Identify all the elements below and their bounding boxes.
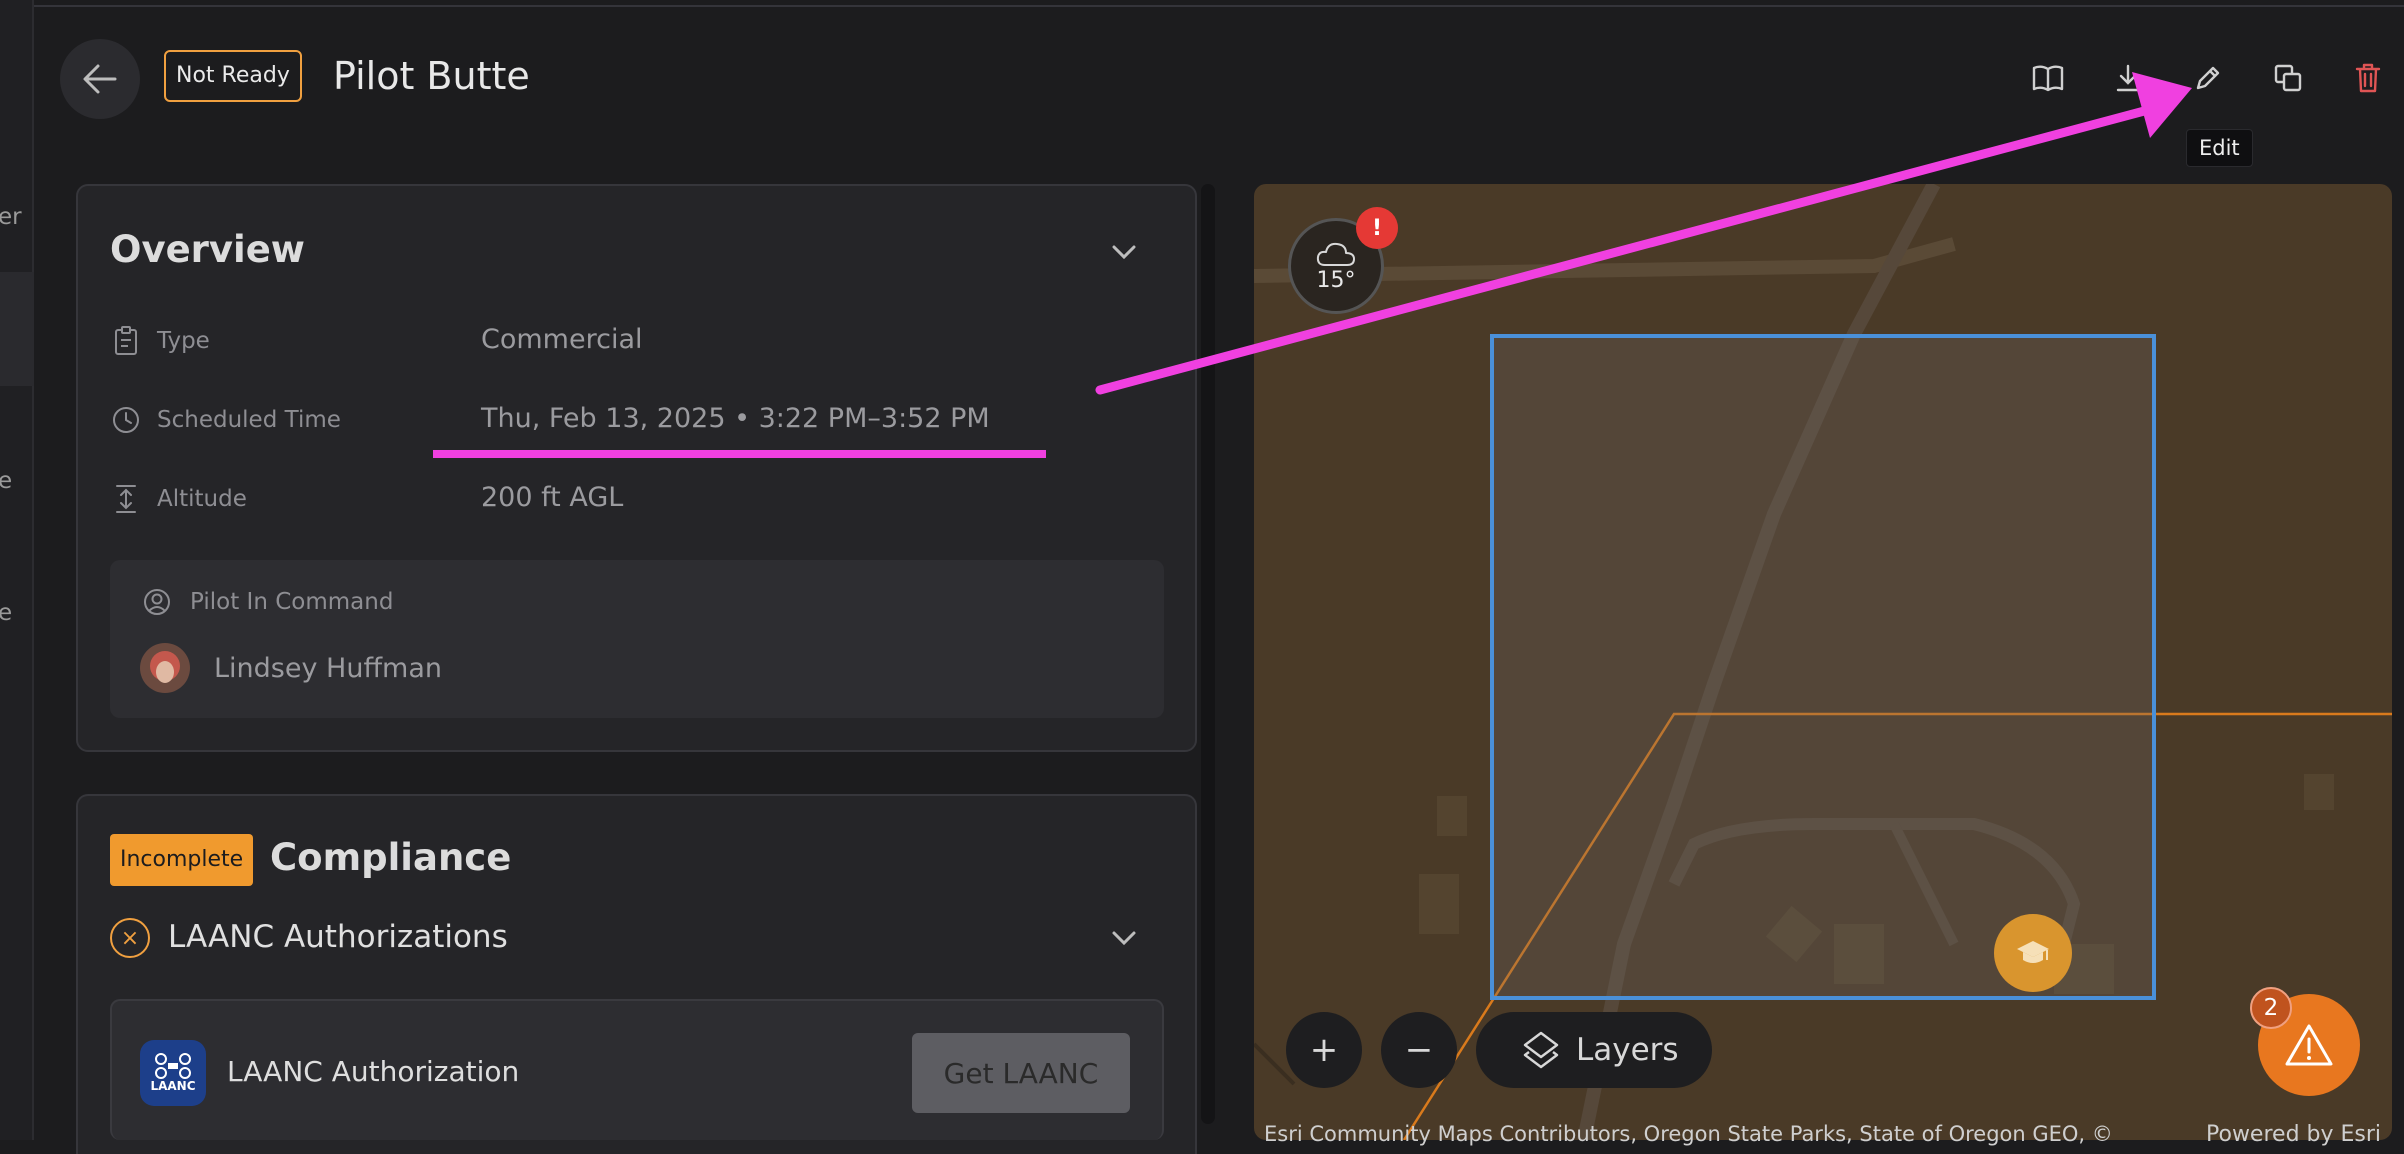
annotation-arrow [1095,72,2192,395]
